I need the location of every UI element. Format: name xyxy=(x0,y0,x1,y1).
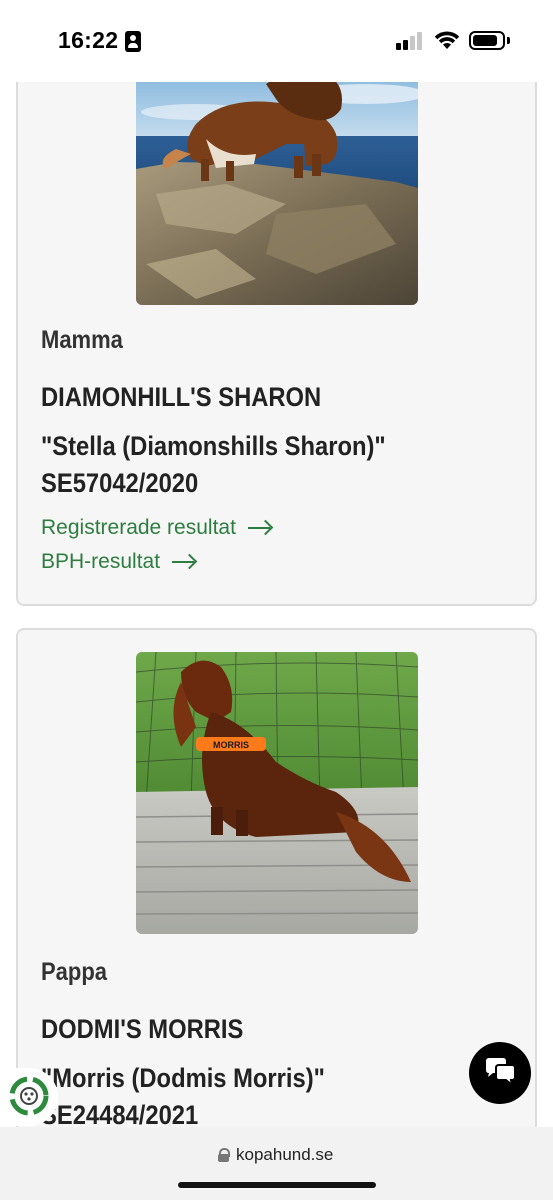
contact-card-icon xyxy=(125,31,141,52)
parent-card-father: MORRIS Pappa DODMI'S MORRIS "Morris (Dod… xyxy=(16,628,537,1127)
cellular-signal-icon xyxy=(396,32,424,50)
parent-role-label: Mamma xyxy=(41,326,123,354)
bph-results-label: BPH-resultat xyxy=(41,550,161,573)
dog-name: DODMI'S MORRIS xyxy=(41,1014,244,1044)
chat-button[interactable] xyxy=(469,1042,531,1104)
browser-url-bar[interactable]: kopahund.se xyxy=(0,1127,553,1200)
page-content[interactable]: Mamma DIAMONHILL'S SHARON "Stella (Diamo… xyxy=(0,82,553,1127)
status-bar: 16:22 xyxy=(0,0,553,82)
dog-registration-number: SE57042/2020 xyxy=(41,468,199,498)
parent-card-mother: Mamma DIAMONHILL'S SHARON "Stella (Diamo… xyxy=(16,82,537,606)
svg-text:MORRIS: MORRIS xyxy=(213,740,249,750)
recycle-badge-icon xyxy=(9,1076,49,1116)
status-time: 16:22 xyxy=(58,27,119,53)
dog-photo-father: MORRIS xyxy=(136,652,418,934)
lock-icon xyxy=(218,1148,230,1162)
battery-icon xyxy=(469,31,505,50)
url-text: kopahund.se xyxy=(236,1145,334,1164)
dog-registration-number: SE24484/2021 xyxy=(41,1100,199,1127)
registered-results-label: Registrerade resultat xyxy=(41,516,236,539)
dog-nickname: "Stella (Diamonshills Sharon)" xyxy=(41,431,386,461)
arrow-right-icon xyxy=(247,521,272,535)
dog-photo-mother xyxy=(136,82,418,305)
dog-nickname: "Morris (Dodmis Morris)" xyxy=(41,1063,325,1093)
dog-name: DIAMONHILL'S SHARON xyxy=(41,382,322,412)
chat-bubbles-icon xyxy=(486,1058,516,1088)
battery-cap xyxy=(507,37,510,44)
arrow-right-icon xyxy=(172,555,196,569)
recycle-badge[interactable] xyxy=(0,1068,58,1126)
parent-role-label: Pappa xyxy=(41,958,108,986)
wifi-icon xyxy=(434,31,460,49)
bph-results-link[interactable]: BPH-resultat xyxy=(41,550,196,574)
home-indicator[interactable] xyxy=(178,1182,376,1188)
registered-results-link[interactable]: Registrerade resultat xyxy=(41,516,272,540)
